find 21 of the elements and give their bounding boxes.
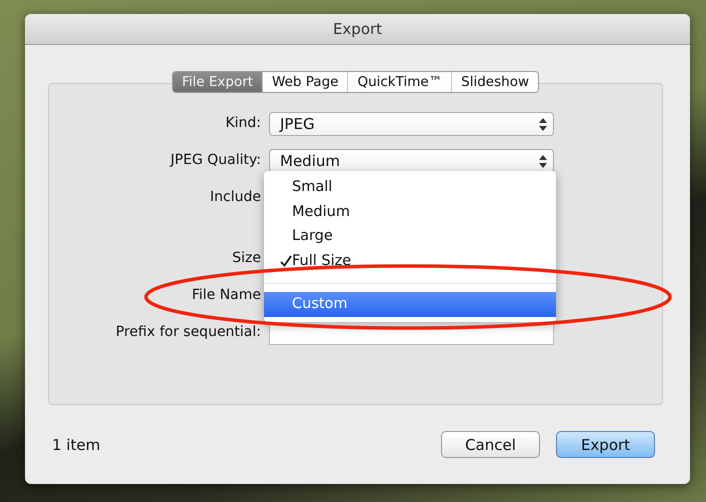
dialog-button[interactable]: Export [556,431,655,458]
menu-item[interactable]: Medium [264,200,556,224]
item-count: 1 item [52,436,102,454]
tab[interactable]: Slideshow [451,72,538,92]
menu-item[interactable]: Custom [264,292,556,316]
stepper-icon [539,118,547,130]
menu-item[interactable]: Large [264,224,556,248]
popup-button[interactable]: JPEG [269,112,554,136]
menu-item[interactable]: Small [264,175,556,200]
tab[interactable]: File Export [172,72,262,92]
field-label: Kind: [224,114,262,131]
field-label: Include [209,188,262,205]
window-title: Export [332,20,382,38]
menu-item[interactable]: Full Size [264,248,556,273]
stepper-icon [539,154,547,168]
field-label: Prefix for sequential: [114,323,262,340]
field-label: File Name [190,286,262,303]
field-label: JPEG Quality: [168,151,262,168]
field-label: Size [231,249,262,266]
dialog-button[interactable]: Cancel [441,431,540,458]
popup-button[interactable]: Medium [269,149,554,173]
